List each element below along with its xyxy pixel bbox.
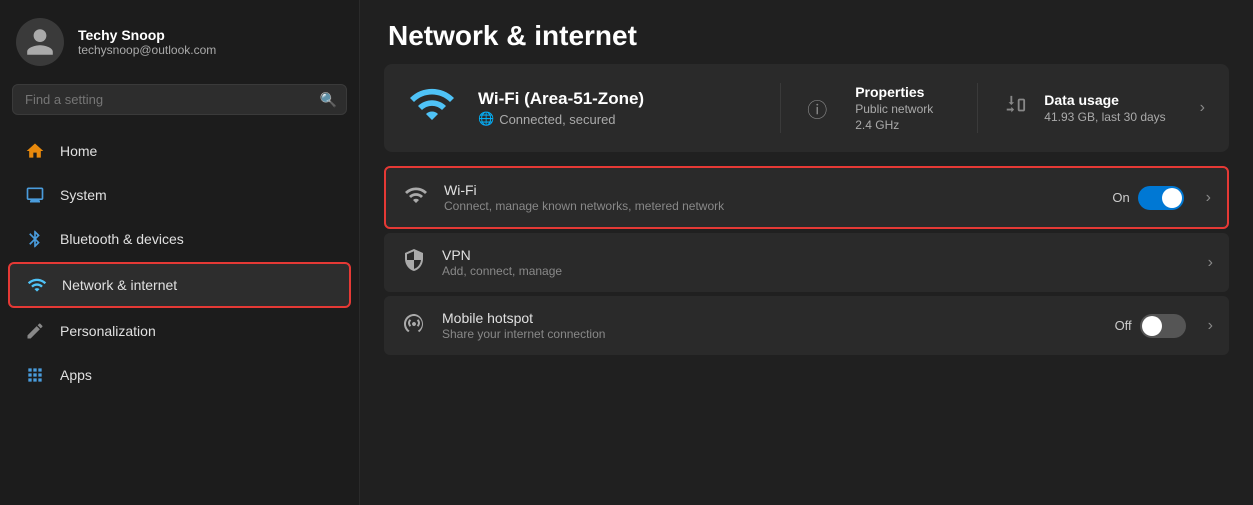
search-input[interactable] xyxy=(12,84,347,115)
properties-freq: 2.4 GHz xyxy=(855,118,933,132)
system-icon xyxy=(24,184,46,206)
data-usage-value: 41.93 GB, last 30 days xyxy=(1044,110,1165,124)
sidebar: Techy Snoop techysnoop@outlook.com 🔍 Hom… xyxy=(0,0,360,505)
apps-icon xyxy=(24,364,46,386)
sidebar-item-bluetooth[interactable]: Bluetooth & devices xyxy=(8,218,351,260)
wifi-large-icon xyxy=(404,80,460,136)
sidebar-item-label-network: Network & internet xyxy=(62,277,177,293)
vpn-settings-desc: Add, connect, manage xyxy=(442,264,1186,278)
wifi-toggle-wrap: On xyxy=(1112,186,1183,210)
search-icon: 🔍 xyxy=(320,91,337,108)
bluetooth-icon xyxy=(24,228,46,250)
sidebar-item-network[interactable]: Network & internet xyxy=(8,262,351,308)
sidebar-item-label-home: Home xyxy=(60,143,97,159)
hotspot-item-chevron: › xyxy=(1208,317,1213,335)
user-email: techysnoop@outlook.com xyxy=(78,43,216,57)
user-name: Techy Snoop xyxy=(78,27,216,43)
properties-network: Public network xyxy=(855,102,933,116)
data-usage-title: Data usage xyxy=(1044,92,1165,108)
hotspot-toggle-thumb xyxy=(1142,316,1162,336)
data-usage-icon xyxy=(1004,94,1026,122)
wifi-connected-status: 🌐 Connected, secured xyxy=(478,111,762,127)
data-usage-section: Data usage 41.93 GB, last 30 days xyxy=(1036,92,1173,124)
wifi-settings-label: Wi-Fi xyxy=(444,182,1098,198)
settings-list: ➜ Wi-Fi Connect, manage known networks, … xyxy=(360,166,1253,505)
user-avatar-icon xyxy=(24,26,56,58)
user-info: Techy Snoop techysnoop@outlook.com xyxy=(78,27,216,57)
sidebar-item-label-system: System xyxy=(60,187,107,203)
home-icon xyxy=(24,140,46,162)
globe-icon: 🌐 xyxy=(478,111,494,127)
wifi-settings-text: Wi-Fi Connect, manage known networks, me… xyxy=(444,182,1098,213)
vpn-settings-text: VPN Add, connect, manage xyxy=(442,247,1186,278)
wifi-status-card[interactable]: Wi-Fi (Area-51-Zone) 🌐 Connected, secure… xyxy=(384,64,1229,152)
wifi-name: Wi-Fi (Area-51-Zone) xyxy=(478,89,762,109)
settings-item-hotspot[interactable]: Mobile hotspot Share your internet conne… xyxy=(384,296,1229,355)
sidebar-item-home[interactable]: Home xyxy=(8,130,351,172)
sidebar-item-label-personalization: Personalization xyxy=(60,323,156,339)
vpn-settings-label: VPN xyxy=(442,247,1186,263)
personalization-icon xyxy=(24,320,46,342)
hotspot-settings-text: Mobile hotspot Share your internet conne… xyxy=(442,310,1101,341)
wifi-toggle-thumb xyxy=(1162,188,1182,208)
search-box: 🔍 xyxy=(12,84,347,115)
avatar xyxy=(16,18,64,66)
vpn-item-chevron: › xyxy=(1208,254,1213,272)
vpn-settings-icon xyxy=(400,248,428,278)
properties-title: Properties xyxy=(855,84,933,100)
wifi-card-chevron: › xyxy=(1200,99,1209,117)
user-profile[interactable]: Techy Snoop techysnoop@outlook.com xyxy=(0,0,359,80)
properties-section: Properties Public network 2.4 GHz xyxy=(837,84,951,132)
divider xyxy=(780,83,781,133)
wifi-settings-icon xyxy=(402,183,430,213)
network-icon xyxy=(26,274,48,296)
wifi-status-info: Wi-Fi (Area-51-Zone) 🌐 Connected, secure… xyxy=(478,89,762,127)
hotspot-toggle-wrap: Off xyxy=(1115,314,1186,338)
hotspot-settings-icon xyxy=(400,311,428,341)
hotspot-settings-label: Mobile hotspot xyxy=(442,310,1101,326)
wifi-item-chevron: › xyxy=(1206,189,1211,207)
sidebar-nav: Home System Bluetooth & devices Network … xyxy=(0,125,359,401)
sidebar-item-label-apps: Apps xyxy=(60,367,92,383)
wifi-settings-desc: Connect, manage known networks, metered … xyxy=(444,199,1098,213)
page-title: Network & internet xyxy=(360,0,1253,64)
sidebar-item-system[interactable]: System xyxy=(8,174,351,216)
wifi-toggle[interactable] xyxy=(1138,186,1184,210)
main-content: Network & internet Wi-Fi (Area-51-Zone) … xyxy=(360,0,1253,505)
hotspot-toggle[interactable] xyxy=(1140,314,1186,338)
settings-item-wifi[interactable]: ➜ Wi-Fi Connect, manage known networks, … xyxy=(384,166,1229,229)
hotspot-settings-desc: Share your internet connection xyxy=(442,327,1101,341)
wifi-toggle-label: On xyxy=(1112,190,1129,205)
sidebar-item-personalization[interactable]: Personalization xyxy=(8,310,351,352)
info-icon: ⓘ xyxy=(807,94,827,123)
sidebar-item-apps[interactable]: Apps xyxy=(8,354,351,396)
sidebar-item-label-bluetooth: Bluetooth & devices xyxy=(60,231,184,247)
divider2 xyxy=(977,83,978,133)
hotspot-toggle-label: Off xyxy=(1115,318,1132,333)
wifi-connected-text: Connected, secured xyxy=(499,112,615,127)
settings-item-vpn[interactable]: VPN Add, connect, manage › xyxy=(384,233,1229,292)
